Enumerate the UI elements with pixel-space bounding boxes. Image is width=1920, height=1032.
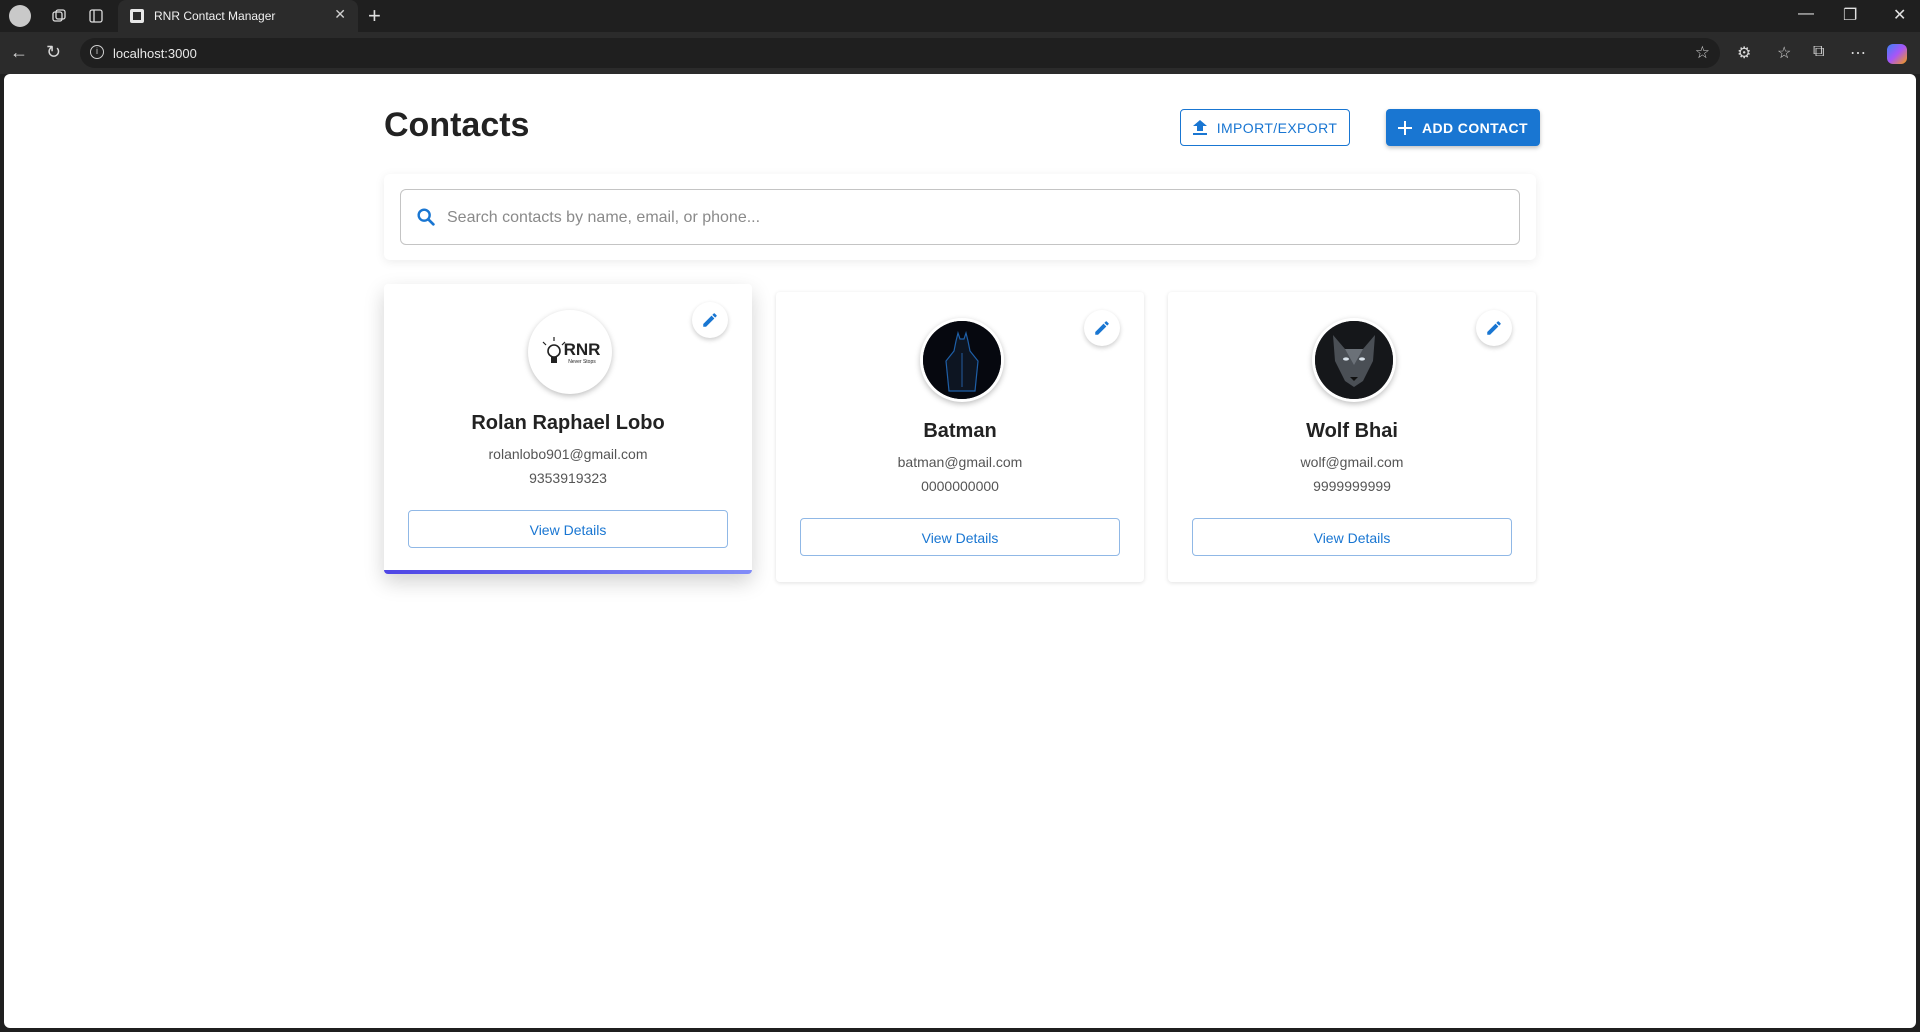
contact-email: batman@gmail.com bbox=[897, 454, 1023, 470]
contact-card[interactable]: Wolf Bhai wolf@gmail.com 9999999999 View… bbox=[1168, 292, 1536, 582]
more-menu-icon[interactable]: ⋯ bbox=[1850, 43, 1866, 63]
site-info-icon[interactable]: i bbox=[90, 45, 104, 59]
search-input[interactable] bbox=[445, 190, 1509, 246]
logo-tagline: Never Stops bbox=[568, 359, 596, 365]
copilot-icon[interactable] bbox=[1887, 44, 1907, 64]
view-details-button[interactable]: View Details bbox=[1192, 518, 1512, 556]
plus-icon bbox=[1397, 120, 1412, 135]
search-panel bbox=[384, 174, 1536, 260]
rnr-logo-avatar: RNR Never Stops bbox=[528, 310, 612, 394]
new-tab-icon[interactable]: + bbox=[368, 3, 381, 29]
contact-name: Wolf Bhai bbox=[1306, 420, 1398, 442]
view-details-button[interactable]: View Details bbox=[408, 510, 728, 548]
address-bar[interactable]: i localhost:3000 ☆ bbox=[80, 38, 1720, 68]
add-contact-button[interactable]: ADD CONTACT bbox=[1386, 109, 1540, 146]
page-title: Contacts bbox=[384, 106, 530, 144]
browser-titlebar: RNR Contact Manager ✕ + — ❐ ✕ bbox=[0, 0, 1920, 32]
contact-card[interactable]: RNR Never Stops Rolan Raphael Lobo rolan… bbox=[384, 284, 752, 574]
tab-close-icon[interactable]: ✕ bbox=[334, 6, 346, 23]
tab-favicon-icon bbox=[130, 9, 144, 23]
wolf-avatar bbox=[1312, 318, 1396, 402]
import-export-button[interactable]: IMPORT/EXPORT bbox=[1180, 109, 1350, 146]
pencil-icon bbox=[1487, 321, 1501, 335]
workspaces-icon[interactable] bbox=[49, 6, 69, 26]
logo-text: RNR bbox=[564, 340, 601, 359]
profile-icon[interactable] bbox=[9, 5, 31, 27]
contact-phone: 0000000000 bbox=[921, 478, 999, 494]
tab-rnr-contact-manager[interactable]: RNR Contact Manager ✕ bbox=[118, 0, 358, 32]
back-icon[interactable]: ← bbox=[10, 42, 28, 63]
minimize-icon[interactable]: — bbox=[1798, 5, 1814, 23]
contact-phone: 9353919323 bbox=[529, 470, 607, 486]
edit-button[interactable] bbox=[692, 302, 728, 338]
batman-avatar bbox=[920, 318, 1004, 402]
window-close-icon[interactable]: ✕ bbox=[1893, 5, 1906, 25]
tab-title: RNR Contact Manager bbox=[154, 9, 276, 23]
pencil-icon bbox=[703, 313, 717, 327]
vertical-tabs-icon[interactable] bbox=[86, 6, 106, 26]
contact-card[interactable]: Batman batman@gmail.com 0000000000 View … bbox=[776, 292, 1144, 582]
collections-icon[interactable]: ⧉ bbox=[1813, 43, 1824, 61]
pencil-icon bbox=[1095, 321, 1109, 335]
refresh-icon[interactable]: ↻ bbox=[46, 42, 61, 63]
card-accent-bar bbox=[384, 570, 752, 574]
edit-button[interactable] bbox=[1476, 310, 1512, 346]
contact-email: rolanlobo901@gmail.com bbox=[488, 446, 648, 462]
contact-name: Batman bbox=[923, 420, 997, 442]
upload-icon bbox=[1192, 119, 1207, 135]
search-field[interactable] bbox=[400, 189, 1520, 246]
favorites-icon[interactable]: ☆ bbox=[1777, 43, 1791, 63]
add-contact-label: ADD CONTACT bbox=[1421, 119, 1529, 136]
view-details-button[interactable]: View Details bbox=[800, 518, 1120, 556]
address-url[interactable]: localhost:3000 bbox=[113, 46, 197, 61]
contact-name: Rolan Raphael Lobo bbox=[471, 412, 665, 434]
contact-email: wolf@gmail.com bbox=[1300, 454, 1404, 470]
contact-phone: 9999999999 bbox=[1313, 478, 1391, 494]
page-viewport: Contacts IMPORT/EXPORT ADD CONTACT Searc… bbox=[4, 74, 1916, 1028]
browser-toolbar: ← ↻ i localhost:3000 ☆ bbox=[0, 32, 1920, 74]
favorite-star-icon[interactable]: ☆ bbox=[1695, 43, 1710, 63]
import-export-label: IMPORT/EXPORT bbox=[1216, 119, 1338, 136]
extensions-icon[interactable]: ⚙ bbox=[1737, 43, 1751, 63]
edit-button[interactable] bbox=[1084, 310, 1120, 346]
restore-icon[interactable]: ❐ bbox=[1843, 5, 1857, 25]
search-icon bbox=[417, 208, 435, 226]
